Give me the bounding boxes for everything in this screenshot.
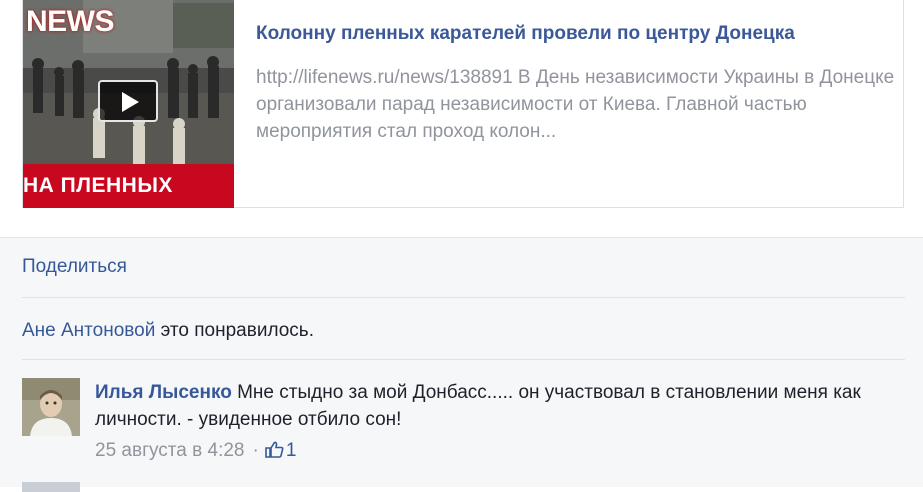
thumbs-up-icon[interactable] xyxy=(265,441,284,458)
divider xyxy=(22,359,905,360)
post-content: NEWS НА ПЛЕННЫХ Колонну пленных карателе… xyxy=(0,0,923,237)
link-preview-card[interactable]: NEWS НА ПЛЕННЫХ Колонну пленных карателе… xyxy=(22,0,904,208)
news-brand-text: NEWS xyxy=(26,5,115,38)
avatar[interactable] xyxy=(22,378,80,436)
comment-timestamp[interactable]: 25 августа в 4:28 xyxy=(95,440,244,461)
post-footer: Поделиться Ане Антоновой это понравилось… xyxy=(0,238,923,492)
comment-like-count[interactable]: 1 xyxy=(286,440,297,461)
likes-summary: Ане Антоновой это понравилось. xyxy=(22,320,314,342)
link-title[interactable]: Колонну пленных карателей провели по цен… xyxy=(256,22,896,46)
likes-suffix: это понравилось. xyxy=(155,320,314,341)
avatar-image xyxy=(22,378,80,436)
avatar xyxy=(22,482,80,492)
thumbnail-banner-text: НА ПЛЕННЫХ xyxy=(23,174,173,197)
video-thumbnail[interactable]: NEWS НА ПЛЕННЫХ xyxy=(23,0,234,208)
link-description: http://lifenews.ru/news/138891 В День не… xyxy=(256,67,895,142)
liker-name[interactable]: Ане Антоновой xyxy=(22,320,155,341)
comment: Илья Лысенко Мне стыдно за мой Донбасс..… xyxy=(95,379,905,433)
meta-separator: · xyxy=(252,440,259,461)
play-icon[interactable] xyxy=(98,80,158,122)
divider xyxy=(22,297,905,298)
share-button[interactable]: Поделиться xyxy=(22,256,127,278)
comment-meta: 25 августа в 4:28 · 1 xyxy=(95,440,296,462)
comment-author[interactable]: Илья Лысенко xyxy=(95,382,232,403)
play-triangle xyxy=(122,92,139,112)
